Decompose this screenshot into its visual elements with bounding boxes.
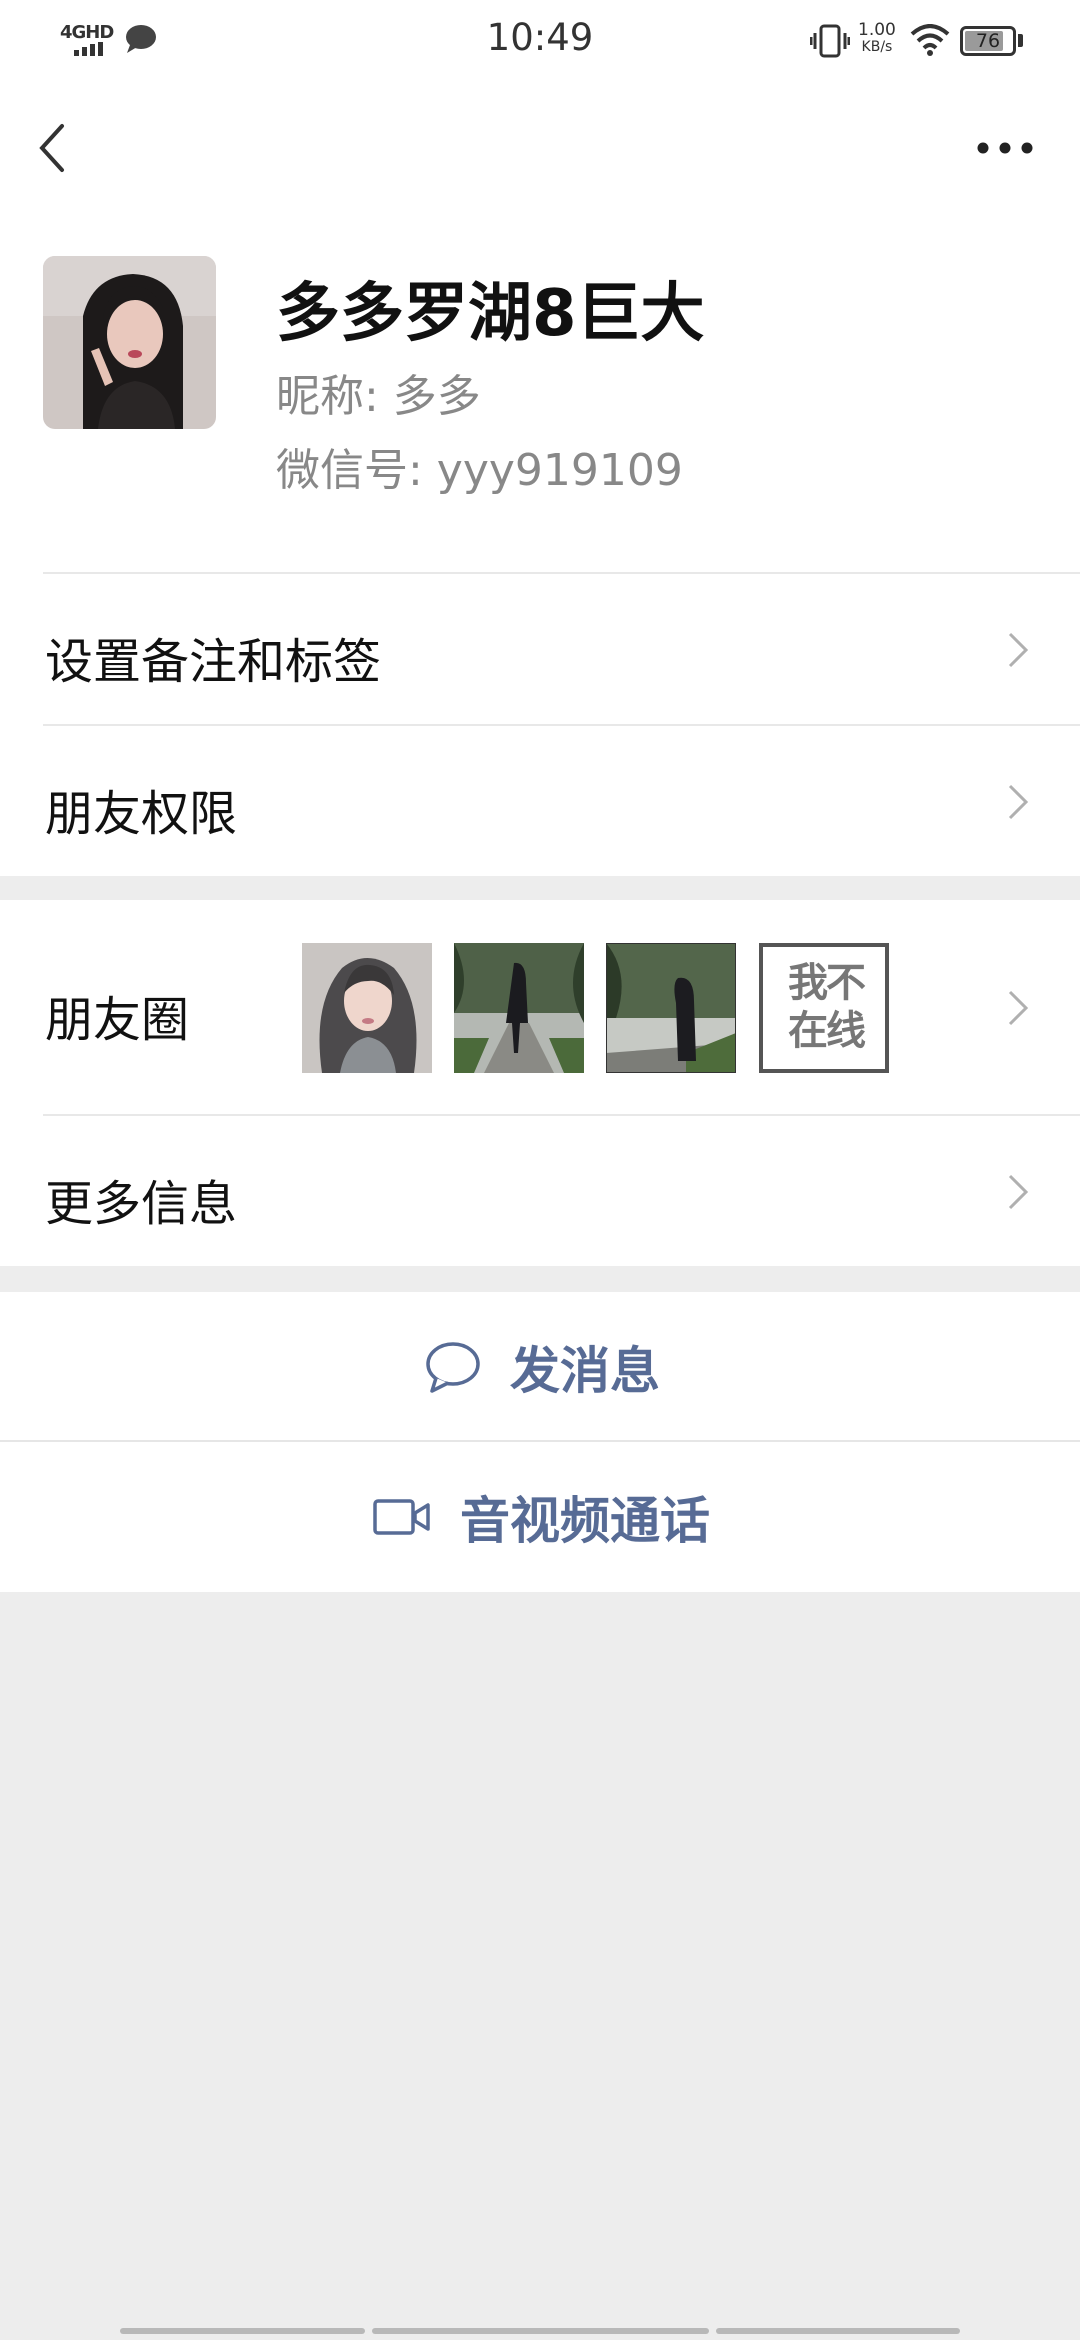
moments-photo <box>302 943 432 1073</box>
wifi-icon <box>910 24 950 56</box>
chevron-right-icon <box>1008 632 1029 668</box>
remark-tags-label: 设置备注和标签 <box>45 634 382 690</box>
chevron-right-icon <box>1008 990 1029 1026</box>
battery-level: 76 <box>975 30 1001 52</box>
nav-gesture-bar <box>372 2328 709 2334</box>
remark-tags-row[interactable]: 设置备注和标签 <box>0 574 1080 724</box>
wechat-id: 微信号: yyy919109 <box>276 445 683 496</box>
friend-permissions-row[interactable]: 朋友权限 <box>0 726 1080 876</box>
nav-gesture-bar <box>716 2328 960 2334</box>
chat-bubble-icon <box>426 1342 480 1393</box>
nav-gesture-bar <box>120 2328 365 2334</box>
avatar[interactable] <box>43 256 216 429</box>
back-button[interactable] <box>30 118 80 178</box>
offline-sticker-text: 我不 在线 <box>788 960 866 1054</box>
avatar-photo <box>43 256 216 429</box>
battery-tip <box>1018 34 1023 47</box>
more-button[interactable] <box>970 128 1040 168</box>
nickname: 昵称: 多多 <box>276 371 481 422</box>
vibrate-icon <box>810 24 850 58</box>
moments-photo <box>606 943 736 1073</box>
chevron-right-icon <box>1008 784 1029 820</box>
moments-thumbnail <box>302 943 432 1073</box>
chevron-left-icon <box>39 124 64 172</box>
profile-name: 多多罗湖8巨大 <box>276 277 705 351</box>
video-call-label: 音视频通话 <box>460 1492 710 1550</box>
more-info-label: 更多信息 <box>45 1176 238 1232</box>
send-message-button[interactable]: 发消息 <box>0 1292 1080 1442</box>
more-info-row[interactable]: 更多信息 <box>0 1116 1080 1266</box>
video-call-button[interactable]: 音视频通话 <box>0 1442 1080 1592</box>
send-message-label: 发消息 <box>510 1342 660 1400</box>
network-speed: 1.00 KB/s <box>858 20 896 56</box>
moments-offline-sticker: 我不 在线 <box>759 943 889 1073</box>
friend-permissions-label: 朋友权限 <box>45 786 238 842</box>
moments-label: 朋友圈 <box>45 992 190 1048</box>
moments-thumbnail <box>454 943 584 1073</box>
chevron-right-icon <box>1008 1174 1029 1210</box>
battery-icon: 76 <box>960 26 1016 56</box>
status-bar: 4GHD 10:49 1.00 KB/s 76 <box>0 0 1080 84</box>
ellipsis-icon <box>977 142 1033 154</box>
video-camera-icon <box>373 1499 430 1535</box>
moments-thumbnail <box>606 943 736 1073</box>
moments-photo <box>454 943 584 1073</box>
